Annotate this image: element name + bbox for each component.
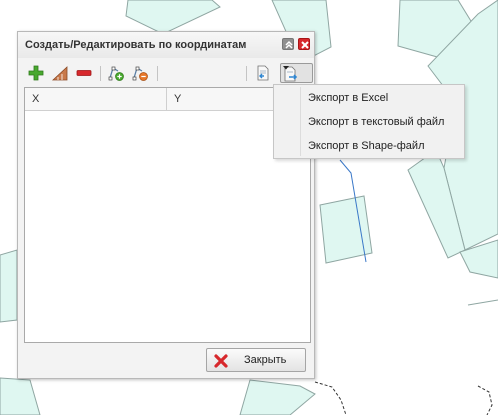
remove-vertex-button[interactable] (130, 63, 150, 83)
dialog-title: Создать/Редактировать по координатам (25, 39, 247, 51)
coordinates-table[interactable]: X Y (24, 87, 311, 343)
export-dropdown-button[interactable] (280, 63, 313, 83)
toolbar (24, 63, 313, 85)
menu-item-export-excel[interactable]: Экспорт в Excel (275, 87, 463, 109)
close-icon (301, 41, 309, 49)
export-menu: Экспорт в Excel Экспорт в текстовый файл… (273, 84, 465, 159)
import-button[interactable] (253, 63, 273, 83)
chevron-down-icon (283, 66, 289, 70)
map-parcel (125, 0, 221, 35)
minus-icon (76, 70, 92, 76)
map-parcel (0, 377, 41, 415)
menu-item-export-text[interactable]: Экспорт в текстовый файл (275, 111, 463, 133)
toolbar-separator (157, 66, 158, 81)
edit-button[interactable] (50, 63, 70, 83)
close-x-icon (214, 354, 228, 368)
vertex-remove-icon (132, 66, 148, 81)
table-header: X Y (25, 88, 310, 111)
column-header-x[interactable]: X (32, 93, 39, 105)
close-dialog-button[interactable] (298, 38, 310, 50)
map-boundary (314, 381, 347, 415)
remove-point-button[interactable] (74, 63, 94, 83)
close-button[interactable]: Закрыть (206, 348, 306, 372)
map-boundary (467, 299, 498, 306)
collapse-button[interactable] (282, 38, 294, 50)
vertex-add-icon (108, 66, 124, 81)
close-button-label: Закрыть (244, 354, 287, 366)
add-vertex-button[interactable] (106, 63, 126, 83)
double-chevron-up-icon (285, 40, 293, 49)
map-parcel (239, 379, 316, 415)
map-parcel (0, 249, 18, 323)
toolbar-separator (100, 66, 101, 81)
column-divider[interactable] (166, 88, 167, 110)
document-import-icon (257, 65, 269, 81)
coordinates-dialog: Создать/Редактировать по координатам X Y… (17, 31, 315, 379)
plus-icon (28, 65, 44, 81)
toolbar-separator (246, 66, 247, 81)
menu-item-export-shape[interactable]: Экспорт в Shape-файл (275, 135, 463, 157)
ruler-icon (52, 66, 68, 81)
dialog-title-bar[interactable]: Создать/Редактировать по координатам (18, 32, 314, 58)
column-header-y[interactable]: Y (174, 93, 181, 105)
add-point-button[interactable] (26, 63, 46, 83)
map-boundary (477, 385, 493, 415)
